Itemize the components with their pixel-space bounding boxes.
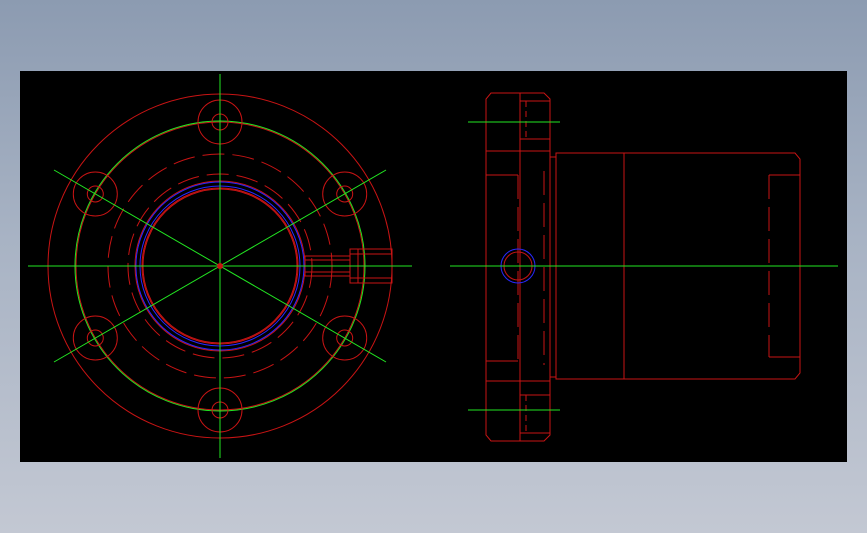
front-view <box>28 74 412 458</box>
flange-neck <box>550 156 557 378</box>
centerlines-side <box>450 121 838 411</box>
center-mark <box>217 263 223 269</box>
bolt-hole-bottom-section <box>520 394 550 434</box>
cad-drawing-viewport <box>20 71 847 462</box>
side-view <box>485 92 801 442</box>
flange-plate-outline <box>485 92 551 442</box>
flange-drawing <box>28 74 838 458</box>
